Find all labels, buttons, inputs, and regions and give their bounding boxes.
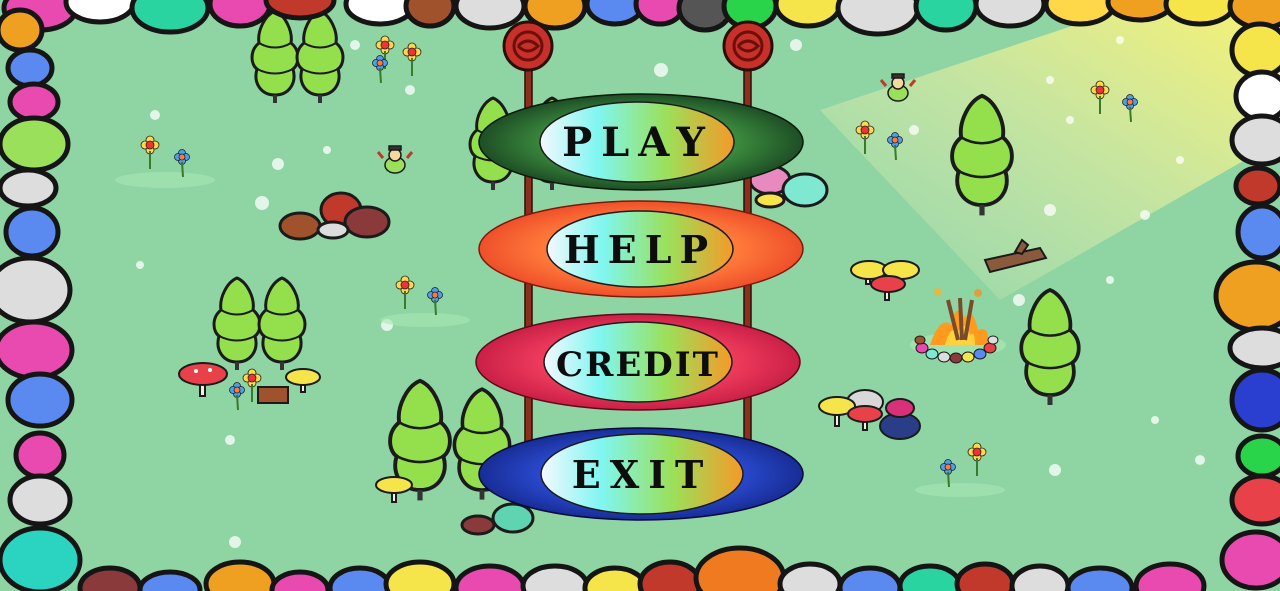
sign-icon	[722, 20, 774, 72]
help-label: HELP	[564, 227, 716, 272]
exit-button[interactable]: EXIT	[478, 427, 804, 521]
game-menu-screen: PLAY HELP CREDIT EXIT	[0, 0, 1280, 591]
play-label: PLAY	[562, 119, 714, 166]
scene: PLAY HELP CREDIT EXIT	[0, 0, 1280, 591]
exit-label: EXIT	[572, 452, 713, 497]
credit-label: CREDIT	[556, 345, 720, 385]
help-button[interactable]: HELP	[478, 200, 804, 298]
play-button[interactable]: PLAY	[478, 93, 804, 191]
sign-icon	[502, 20, 554, 72]
credit-button[interactable]: CREDIT	[475, 313, 801, 411]
